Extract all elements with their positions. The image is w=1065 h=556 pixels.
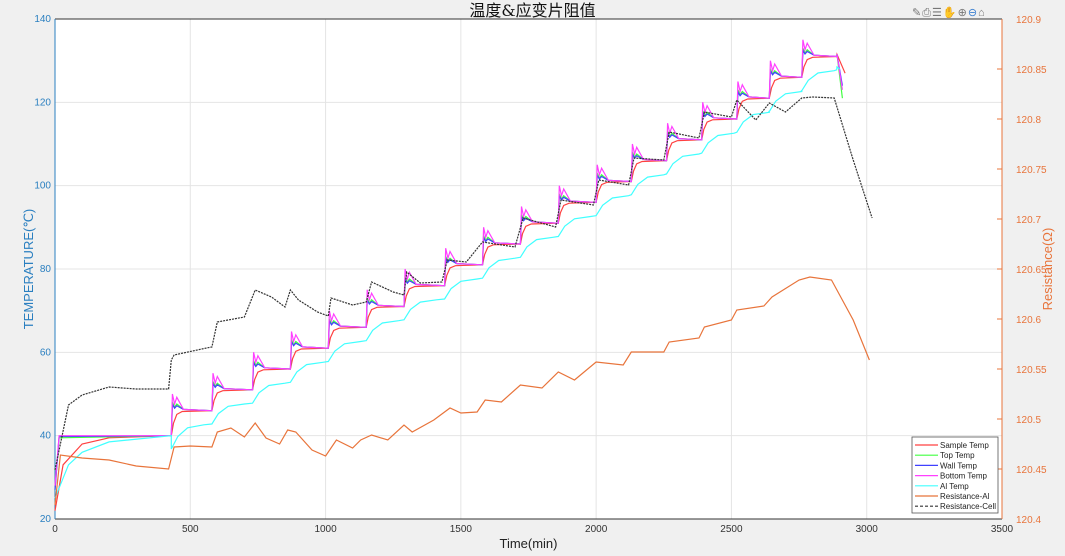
y-tick-label: 60 — [40, 347, 52, 358]
legend-label: Resistance-Cell — [940, 502, 996, 511]
y-tick-label: 120 — [34, 97, 51, 108]
y-tick-label: 20 — [40, 514, 52, 525]
y-right-tick-label: 120.5 — [1016, 415, 1041, 426]
y-right-tick-label: 120.85 — [1016, 65, 1047, 76]
y-right-tick-label: 120.9 — [1016, 15, 1041, 26]
legend-label: Bottom Temp — [940, 472, 988, 481]
x-tick-label: 3500 — [991, 524, 1014, 535]
x-tick-label: 500 — [182, 524, 199, 535]
legend-label: Al Temp — [940, 482, 969, 491]
legend-label: Wall Temp — [940, 461, 977, 470]
x-tick-label: 2500 — [720, 524, 743, 535]
chart-svg[interactable]: 0 500 1000 1500 2000 2500 3000 3500 20 40 60 80 100 1… — [0, 0, 1065, 556]
legend-label: Sample Temp — [940, 441, 989, 450]
legend-label: Resistance-Al — [940, 492, 990, 501]
y-tick-label: 140 — [34, 14, 51, 25]
y-right-tick-label: 120.8 — [1016, 115, 1041, 126]
y-tick-label: 80 — [40, 264, 52, 275]
y-right-tick-label: 120.55 — [1016, 365, 1047, 376]
y-right-tick-label: 120.45 — [1016, 465, 1047, 476]
y-right-tick-label: 120.7 — [1016, 215, 1041, 226]
x-tick-label: 1000 — [314, 524, 337, 535]
y-axis-label: TEMPERATURE(℃) — [21, 209, 36, 330]
y-right-tick-label: 120.75 — [1016, 165, 1047, 176]
x-tick-label: 2000 — [585, 524, 608, 535]
x-tick-label: 1500 — [450, 524, 473, 535]
x-axis-label: Time(min) — [499, 536, 557, 551]
y-right-axis-label: Resistance(Ω) — [1040, 228, 1055, 311]
legend-label: Top Temp — [940, 451, 975, 460]
y-right-tick-label: 120.6 — [1016, 315, 1041, 326]
y-right-tick-label: 120.4 — [1016, 515, 1041, 526]
y-tick-label: 40 — [40, 431, 52, 442]
x-tick-label: 3000 — [856, 524, 879, 535]
y-tick-label: 100 — [34, 181, 51, 192]
figure-window: 温度&应变片阻值 ✎⎙☰✋⊕⊖⌂ 0 500 1000 1500 2000 2500 300… — [0, 0, 1065, 556]
x-tick-label: 0 — [52, 524, 58, 535]
